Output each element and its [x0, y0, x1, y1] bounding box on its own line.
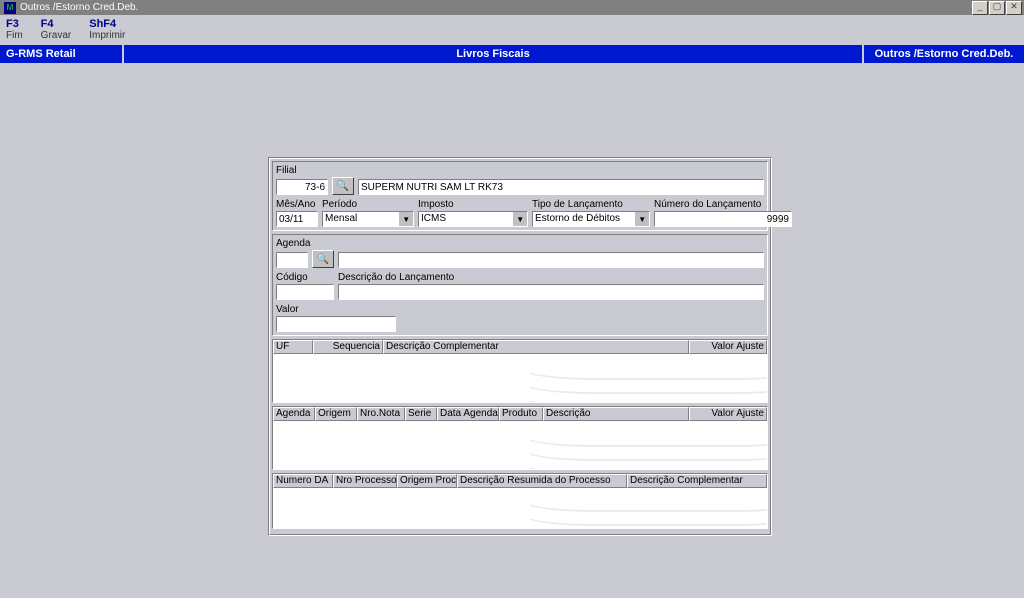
col-origem-proc[interactable]: Origem Proc — [397, 474, 457, 488]
imposto-combo[interactable]: ICMS ▼ — [418, 211, 528, 227]
periodo-value: Mensal — [323, 212, 398, 226]
label-mes-ano: Mês/Ano — [276, 199, 318, 211]
imposto-value: ICMS — [419, 212, 512, 226]
col-nro-nota[interactable]: Nro.Nota — [357, 407, 405, 421]
col-agenda[interactable]: Agenda — [273, 407, 315, 421]
label-num-lanc: Número do Lançamento — [654, 199, 792, 211]
grid-uf: UF Sequencia Descrição Complementar Valo… — [272, 339, 768, 403]
tipo-lanc-value: Estorno de Débitos — [533, 212, 634, 226]
grid-agenda-header: Agenda Origem Nro.Nota Serie Data Agenda… — [273, 407, 767, 421]
binoculars-icon: 🔍 — [317, 254, 329, 265]
minimize-button[interactable]: _ — [972, 1, 988, 15]
grid-agenda: Agenda Origem Nro.Nota Serie Data Agenda… — [272, 406, 768, 470]
desc-lanc-input[interactable] — [338, 284, 764, 300]
filial-lookup-button[interactable]: 🔍 — [332, 177, 354, 195]
menu-item-gravar[interactable]: Gravar — [41, 30, 72, 41]
agenda-lookup-button[interactable]: 🔍 — [312, 250, 334, 268]
section-left: G-RMS Retail — [0, 45, 124, 63]
grid-processo-body[interactable] — [273, 488, 767, 528]
menu-shortcut-f3: F3 — [6, 18, 19, 30]
binoculars-icon: 🔍 — [337, 181, 349, 192]
col-data-agenda[interactable]: Data Agenda — [437, 407, 499, 421]
menu-shortcut-f4: F4 — [41, 18, 54, 30]
col-desc-complementar-2[interactable]: Descrição Complementar — [627, 474, 767, 488]
col-origem[interactable]: Origem — [315, 407, 357, 421]
chevron-down-icon: ▼ — [398, 212, 413, 226]
label-valor: Valor — [276, 304, 396, 316]
periodo-combo[interactable]: Mensal ▼ — [322, 211, 414, 227]
label-periodo: Período — [322, 199, 414, 211]
col-sequencia[interactable]: Sequencia — [313, 340, 383, 354]
window-title: Outros /Estorno Cred.Deb. — [20, 2, 971, 13]
valor-input[interactable] — [276, 316, 396, 332]
cod-fiscal-input[interactable] — [276, 284, 334, 300]
col-produto[interactable]: Produto — [499, 407, 543, 421]
grid-uf-header: UF Sequencia Descrição Complementar Valo… — [273, 340, 767, 354]
agenda-input[interactable] — [276, 252, 308, 268]
group-filial: Filial 🔍 Mês/Ano Período Mens — [272, 161, 768, 231]
col-numero-da[interactable]: Numero DA — [273, 474, 333, 488]
col-desc-resumida[interactable]: Descrição Resumida do Processo — [457, 474, 627, 488]
chevron-down-icon: ▼ — [634, 212, 649, 226]
section-right: Outros /Estorno Cred.Deb. — [864, 45, 1024, 63]
window-buttons: _ ▢ ✕ — [971, 1, 1022, 15]
col-descricao[interactable]: Descrição — [543, 407, 689, 421]
label-desc-lanc: Descrição do Lançamento — [338, 272, 764, 284]
maximize-button[interactable]: ▢ — [989, 1, 1005, 15]
main-panel: Filial 🔍 Mês/Ano Período Mens — [268, 157, 772, 536]
num-lanc-input[interactable] — [654, 211, 792, 227]
grid-agenda-body[interactable] — [273, 421, 767, 469]
section-mid: Livros Fiscais — [124, 45, 864, 63]
window-title-bar: M Outros /Estorno Cred.Deb. _ ▢ ✕ — [0, 0, 1024, 15]
label-cod-fiscal: Código Fiscal — [276, 272, 334, 284]
label-agenda: Agenda — [276, 238, 764, 250]
close-button[interactable]: ✕ — [1006, 1, 1022, 15]
grid-processo: Numero DA Nro Processo Origem Proc Descr… — [272, 473, 768, 529]
col-valor-ajuste[interactable]: Valor Ajuste — [689, 340, 767, 354]
grid-processo-header: Numero DA Nro Processo Origem Proc Descr… — [273, 474, 767, 488]
col-desc-complementar[interactable]: Descrição Complementar — [383, 340, 689, 354]
group-lancamento: Agenda 🔍 Código Fiscal Descrição do Lanç… — [272, 234, 768, 336]
label-imposto: Imposto — [418, 199, 528, 211]
label-tipo-lanc: Tipo de Lançamento — [532, 199, 650, 211]
app-icon: M — [4, 2, 16, 14]
col-nro-processo[interactable]: Nro Processo — [333, 474, 397, 488]
agenda-desc-input[interactable] — [338, 252, 764, 268]
chevron-down-icon: ▼ — [512, 212, 527, 226]
filial-desc-input[interactable] — [358, 179, 764, 195]
col-serie[interactable]: Serie — [405, 407, 437, 421]
section-bar: G-RMS Retail Livros Fiscais Outros /Esto… — [0, 45, 1024, 63]
menu-shortcut-shf4: ShF4 — [89, 18, 116, 30]
grid-uf-body[interactable] — [273, 354, 767, 402]
tipo-lanc-combo[interactable]: Estorno de Débitos ▼ — [532, 211, 650, 227]
mes-ano-input[interactable] — [276, 211, 318, 227]
col-uf[interactable]: UF — [273, 340, 313, 354]
label-filial: Filial — [276, 165, 764, 177]
menu-item-fim[interactable]: Fim — [6, 30, 23, 41]
col-valor-ajuste-2[interactable]: Valor Ajuste — [689, 407, 767, 421]
menu-item-imprimir[interactable]: Imprimir — [89, 30, 125, 41]
menu-strip: F3 F4 ShF4 Fim Gravar Imprimir — [0, 15, 1024, 45]
filial-input[interactable] — [276, 179, 328, 195]
